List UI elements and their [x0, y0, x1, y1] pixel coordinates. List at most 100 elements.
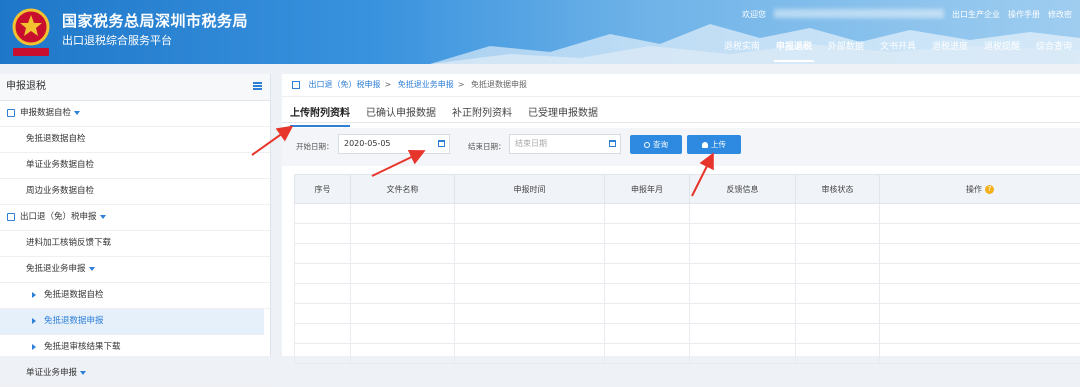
table-cell: [605, 284, 690, 304]
column-header-actions-label: 操作: [966, 185, 982, 194]
tab-divider: [282, 122, 1080, 123]
column-header-declare-time: 申报时间: [455, 175, 605, 204]
nav-external-data[interactable]: 外部数据: [820, 36, 872, 58]
sidebar-item-review-result-download[interactable]: 免抵退审核结果下载: [0, 335, 270, 361]
sidebar: 申报退税 申报数据自检 免抵退数据自检 单证业务数据自检 周边业务数据自检 出口…: [0, 74, 271, 356]
table-cell: [880, 304, 1080, 324]
sidebar-item-exempt-data-declaration[interactable]: 免抵退数据申报: [0, 309, 264, 335]
chevron-right-icon: [32, 318, 36, 324]
calendar-icon[interactable]: [609, 140, 616, 147]
table-cell: [455, 244, 605, 264]
table-cell: [351, 224, 455, 244]
folder-icon: [7, 109, 15, 117]
sidebar-item-peripheral-data-check[interactable]: 周边业务数据自检: [0, 179, 270, 205]
sidebar-item-exempt-data-self-check[interactable]: 免抵退数据自检: [0, 283, 270, 309]
table-cell: [605, 204, 690, 224]
table-cell: [455, 304, 605, 324]
table-cell: [796, 224, 880, 244]
table-cell: [295, 304, 351, 324]
end-date-placeholder: 结束日期: [515, 139, 547, 148]
nav-refund-reminder[interactable]: 退税提醒: [976, 36, 1028, 58]
sidebar-title: 申报退税: [6, 81, 46, 92]
end-date-input[interactable]: 结束日期: [509, 134, 621, 154]
user-upload-icon: [702, 142, 708, 148]
table-cell: [690, 324, 796, 344]
sidebar-item-label: 免抵退数据自检: [26, 134, 86, 144]
tab-confirmed-data[interactable]: 已确认申报数据: [366, 102, 436, 127]
nav-declare-refund[interactable]: 申报退税: [768, 36, 820, 58]
hamburger-menu-icon[interactable]: [253, 82, 262, 90]
redacted-username: [774, 9, 944, 18]
table-cell: [455, 324, 605, 344]
table-cell: [880, 344, 1080, 364]
nav-refund-progress[interactable]: 退税进度: [924, 36, 976, 58]
breadcrumb-separator: >: [458, 80, 465, 89]
sidebar-item-document-data-check[interactable]: 单证业务数据自检: [0, 153, 270, 179]
document-icon: [7, 213, 15, 221]
breadcrumb-item[interactable]: 出口退（免）税申报: [309, 80, 381, 89]
table-cell: [295, 264, 351, 284]
column-header-feedback: 反馈信息: [690, 175, 796, 204]
upload-button[interactable]: 上传: [687, 135, 741, 154]
help-icon[interactable]: ?: [985, 185, 994, 194]
table-cell: [605, 264, 690, 284]
table-cell: [455, 284, 605, 304]
change-password-link[interactable]: 修改密: [1048, 9, 1072, 20]
sidebar-item-exempt-business-declaration[interactable]: 免抵退业务申报: [0, 257, 270, 283]
breadcrumb-item[interactable]: 免抵退业务申报: [398, 80, 454, 89]
table-row: [295, 344, 1080, 364]
data-table: 序号 文件名称 申报时间 申报年月 反馈信息 审核状态 操作?: [294, 174, 1080, 364]
tab-bar: 上传附列资料 已确认申报数据 补正附列资料 已受理申报数据: [290, 102, 614, 127]
table-cell: [880, 224, 1080, 244]
sidebar-item-label: 免抵退审核结果下载: [44, 342, 121, 352]
chevron-down-icon: [100, 215, 106, 219]
sidebar-group-export-declaration[interactable]: 出口退（免）税申报: [0, 205, 270, 231]
tab-upload-attachments[interactable]: 上传附列资料: [290, 102, 350, 127]
table-row: [295, 224, 1080, 244]
table-cell: [880, 264, 1080, 284]
chevron-down-icon: [80, 371, 86, 375]
column-header-review-status: 审核状态: [796, 175, 880, 204]
nav-tax-guide[interactable]: 退税实南: [716, 36, 768, 58]
table-body: [295, 204, 1080, 364]
table-cell: [880, 324, 1080, 344]
table-cell: [690, 264, 796, 284]
table-cell: [351, 244, 455, 264]
sidebar-item-label: 周边业务数据自检: [26, 186, 94, 196]
sidebar-header: 申报退税: [0, 74, 270, 101]
tab-accepted-data[interactable]: 已受理申报数据: [528, 102, 598, 127]
calendar-icon[interactable]: [438, 140, 445, 147]
table-cell: [295, 204, 351, 224]
start-date-input[interactable]: 2020-05-05: [338, 134, 450, 154]
manual-link[interactable]: 操作手册: [1008, 9, 1040, 20]
table-row: [295, 264, 1080, 284]
table-cell: [796, 204, 880, 224]
table-cell: [605, 244, 690, 264]
sidebar-item-document-declaration[interactable]: 单证业务申报: [0, 361, 270, 387]
sidebar-item-label: 免抵退数据申报: [44, 316, 104, 326]
chevron-down-icon: [89, 267, 95, 271]
table-row: [295, 204, 1080, 224]
sidebar-item-label: 单证业务数据自检: [26, 160, 94, 170]
table-cell: [455, 344, 605, 364]
sidebar-item-processing-feedback-download[interactable]: 进料加工核销反馈下载: [0, 231, 270, 257]
start-date-label: 开始日期：: [296, 141, 334, 152]
sidebar-item-exempt-data-check[interactable]: 免抵退数据自检: [0, 127, 270, 153]
table-cell: [690, 224, 796, 244]
table-row: [295, 284, 1080, 304]
nav-general-query[interactable]: 综合查询: [1028, 36, 1080, 58]
chevron-right-icon: [32, 344, 36, 350]
column-header-declare-month: 申报年月: [605, 175, 690, 204]
welcome-text: 欢迎您: [742, 9, 766, 20]
table-cell: [351, 204, 455, 224]
start-date-value: 2020-05-05: [344, 139, 391, 148]
nav-documents[interactable]: 文书开具: [872, 36, 924, 58]
table-cell: [351, 264, 455, 284]
column-header-index: 序号: [295, 175, 351, 204]
tab-correct-attachments[interactable]: 补正附列资料: [452, 102, 512, 127]
sidebar-group-self-check[interactable]: 申报数据自检: [0, 101, 270, 127]
end-date-label: 结束日期：: [468, 141, 506, 152]
chevron-right-icon: [32, 292, 36, 298]
search-icon: [644, 142, 650, 148]
query-button[interactable]: 查询: [630, 135, 682, 154]
